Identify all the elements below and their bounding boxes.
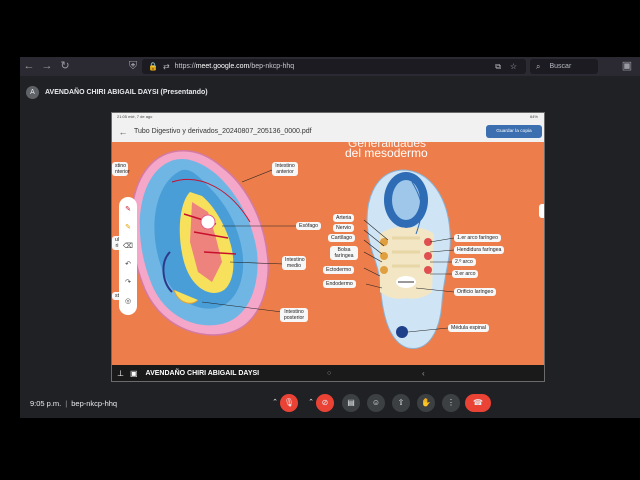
home-icon[interactable]: ○ <box>327 370 331 377</box>
status-date: mié, 7 de ago <box>128 114 153 119</box>
label-intestino-anterior: Intestino anterior <box>272 162 298 176</box>
mic-off-button[interactable]: 🎙 <box>280 394 298 412</box>
screen-share-icon[interactable]: ⧉ <box>495 62 501 72</box>
meeting-info: 9:05 p.m. | bep-nkcp-hhq <box>30 399 117 408</box>
back-icon[interactable]: ← <box>20 57 38 76</box>
presenter-label: AVENDAÑO CHIRI ABIGAIL DAYSI (Presentand… <box>45 89 208 96</box>
search-icon: ⌕ <box>536 61 541 71</box>
meet-controls: 9:05 p.m. | bep-nkcp-hhq ⌃ 🎙 ⌃ ⊘ ▤ ☺ ⇧ ✋ ⋮… <box>20 389 640 417</box>
embryo-right-illustration <box>363 169 455 349</box>
shield-icon[interactable]: ⛨ <box>124 57 142 76</box>
shared-screen: 21:05 mié, 7 de ago 64% ← Tubo Digestivo… <box>111 112 545 382</box>
presenter-header: A AVENDAÑO CHIRI ABIGAIL DAYSI (Presenta… <box>26 86 208 99</box>
more-options-button[interactable]: ⋮ <box>442 394 460 412</box>
presenter-bar: ⊥ ▣ AVENDAÑO CHIRI ABIGAIL DAYSI ○ ‹ <box>112 365 544 381</box>
embryo-illustrations <box>130 150 455 349</box>
emoji-button[interactable]: ☺ <box>367 394 385 412</box>
pdf-title: Tubo Digestivo y derivados_20240807_2051… <box>134 128 312 135</box>
camera-options-icon[interactable]: ⌃ <box>306 394 316 412</box>
address-bar[interactable]: 🔒 ⇄ https://meet.google.com/bep-nkcp-hhq… <box>142 59 526 74</box>
search-placeholder: Buscar <box>549 63 572 70</box>
label-cartilago: Cartílago <box>328 234 356 242</box>
back-chevron-icon[interactable]: ‹ <box>422 369 425 378</box>
present-button[interactable]: ⇧ <box>392 394 410 412</box>
raise-hand-button[interactable]: ✋ <box>417 394 435 412</box>
camera-off-button[interactable]: ⊘ <box>316 394 334 412</box>
presenter-bottom-name: AVENDAÑO CHIRI ABIGAIL DAYSI <box>145 369 260 377</box>
present-icon[interactable]: ▣ <box>130 369 138 378</box>
label-intestino-posterior: Intestino posterior <box>280 308 308 322</box>
browser-toolbar: ← → ↻ ⛨ 🔒 ⇄ https://meet.google.com/bep-… <box>20 57 640 76</box>
label-cut-left-top: stino nterior <box>112 162 130 176</box>
back-arrow-icon[interactable]: ← <box>112 127 134 137</box>
drawing-toolbar: ✎ ✎ ⌫ ↶ ↷ ◎ <box>119 197 137 315</box>
label-esofago: Esófago <box>296 222 322 230</box>
undo-icon[interactable]: ↶ <box>125 261 131 269</box>
screen: ← → ↻ ⛨ 🔒 ⇄ https://meet.google.com/bep-… <box>0 0 640 480</box>
captions-button[interactable]: ▤ <box>342 394 360 412</box>
label-endodermo: Endodermo <box>323 280 356 288</box>
label-arco2: 2.º arco <box>452 258 476 266</box>
reload-icon[interactable]: ↻ <box>56 57 74 76</box>
mic-options-icon[interactable]: ⌃ <box>270 394 280 412</box>
label-arco3: 3.er arco <box>452 270 479 278</box>
meeting-time: 9:05 p.m. <box>30 399 62 408</box>
end-call-button[interactable]: ☎ <box>465 394 491 412</box>
pdf-toolbar: ← Tubo Digestivo y derivados_20240807_20… <box>112 121 544 142</box>
label-orificio: Orificio laríngeo <box>454 288 497 296</box>
separator: | <box>65 399 68 408</box>
forward-icon[interactable]: → <box>38 57 56 76</box>
embryo-left-illustration <box>130 150 296 336</box>
extension-icon[interactable]: ▣ <box>618 57 636 76</box>
url-text: https://meet.google.com/bep-nkcp-hhq <box>174 63 295 70</box>
label-intestino-medio: Intestino medio <box>282 256 306 270</box>
side-scroll-tab[interactable] <box>539 204 544 218</box>
label-nervio: Nervio <box>333 224 354 232</box>
label-arco1: 1.er arco faríngeo <box>454 234 501 242</box>
slide: Generalidades del mesodermo Intestino an… <box>112 142 544 366</box>
lock-icon[interactable]: 🔒 <box>148 62 158 71</box>
highlighter-icon[interactable]: ✎ <box>125 224 131 232</box>
pin-icon[interactable]: ⊥ <box>117 369 124 378</box>
hide-annotations-icon[interactable]: ◎ <box>125 298 131 306</box>
eraser-icon[interactable]: ⌫ <box>123 243 133 251</box>
label-hendidura: Hendidura faríngea <box>454 246 505 254</box>
save-copy-button[interactable]: Guardar la copia <box>486 125 542 138</box>
status-bar: 21:05 mié, 7 de ago 64% <box>112 113 544 121</box>
label-ectodermo: Ectodermo <box>323 266 355 274</box>
pen-icon[interactable]: ✎ <box>125 206 131 214</box>
permissions-icon[interactable]: ⇄ <box>163 62 170 71</box>
redo-icon[interactable]: ↷ <box>125 279 131 287</box>
label-arteria: Arteria <box>333 214 355 222</box>
battery-status: 64% <box>529 114 538 119</box>
label-medula: Médula espinal <box>448 324 489 332</box>
search-box[interactable]: ⌕ Buscar <box>530 59 598 74</box>
label-bolsa-faringea: Bolsa faríngea <box>330 246 358 260</box>
status-time: 21:05 <box>117 114 128 119</box>
avatar: A <box>26 86 39 99</box>
bookmark-star-icon[interactable]: ☆ <box>510 62 517 71</box>
meeting-code: bep-nkcp-hhq <box>71 399 118 408</box>
slide-title-line2: del mesodermo <box>345 146 428 160</box>
meet-stage: A AVENDAÑO CHIRI ABIGAIL DAYSI (Presenta… <box>20 76 640 418</box>
